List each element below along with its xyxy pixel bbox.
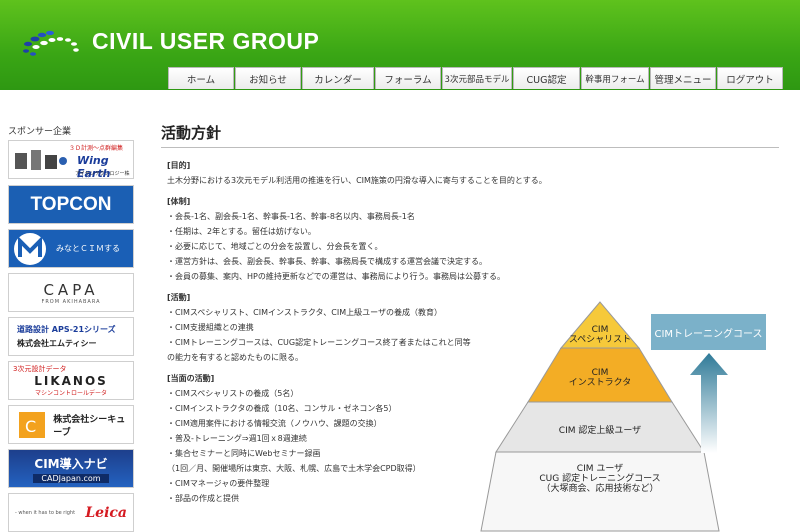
nav-cug-certification[interactable]: CUG認定 [513, 67, 580, 89]
structure-line: ・任期は、2年とする。留任は妨げない。 [167, 227, 316, 236]
sponsor-leica[interactable]: - when it has to be right Leica [8, 493, 134, 532]
cim-training-course-box: CIMトレーニングコース [651, 314, 766, 350]
cug-logo-icon [23, 30, 79, 56]
nav-3d-parts[interactable]: 3次元部品モデル [442, 67, 512, 89]
title-divider [161, 147, 779, 148]
sponsor-mtc[interactable]: 道路設計 APS-21シリーズ 株式会社エムティシー [8, 317, 134, 356]
sponsor-topcon[interactable]: TOPCON [8, 185, 134, 224]
scanner-devices-icon [15, 150, 67, 170]
sponsor-c-cube[interactable]: C 株式会社シーキューブ [8, 405, 134, 444]
site-title: CIVIL USER GROUP [92, 28, 320, 54]
nav-news[interactable]: お知らせ [235, 67, 301, 89]
nav-forum[interactable]: フォーラム [375, 67, 441, 89]
nav-home[interactable]: ホーム [168, 67, 234, 89]
structure-line: ・必要に応じて、地域ごとの分会を設置し、分会長を置く。 [167, 242, 383, 251]
nav-officer-form[interactable]: 幹事用フォーム [581, 67, 649, 89]
purpose-text: 土木分野における3次元モデル利活用の推進を行い、CIM施策の円滑な導入に寄与する… [167, 176, 547, 185]
minato-logo-icon [14, 232, 46, 265]
page-title: 活動方針 [161, 124, 222, 142]
sponsor-capa[interactable]: CAPA FROM AKIHABARA [8, 273, 134, 312]
pyramid-label-user: CIM ユーザ CUG 認定トレーニングコース （大塚商会、応用技術など） [539, 464, 661, 494]
c-cube-logo-icon: C [19, 411, 45, 438]
pyramid-label-instructor: CIM インストラクタ [568, 368, 632, 388]
sponsor-cim-navi[interactable]: CIM導入ナビ CADJapan.com [8, 449, 134, 488]
pyramid-label-advanced-user: CIM 認定上級ユーザ [558, 426, 642, 436]
svg-text:C: C [25, 417, 36, 436]
sponsor-wing-earth[interactable]: ３Ｄ計測～点群編集 Wing Earth アイサンテクノロジー株式会社 [8, 140, 134, 179]
nav-calendar[interactable]: カレンダー [302, 67, 374, 89]
nav-admin-menu[interactable]: 管理メニュー [650, 67, 716, 89]
main-nav: ホーム お知らせ カレンダー フォーラム 3次元部品モデル CUG認定 幹事用フ… [168, 67, 784, 89]
structure-line: ・会員の募集、案内、HPの維持更新などでの運営は、事務局により行う。事務局は公募… [167, 272, 506, 281]
sponsor-heading: スポンサー企業 [8, 127, 72, 137]
structure-line: ・運営方針は、会長、副会長、幹事長、幹事、事務局長で構成する運営会議で決定する。 [167, 257, 487, 266]
section-heading-purpose: [目的] [167, 161, 191, 170]
section-heading-structure: [体制] [167, 197, 191, 206]
structure-line: ・会長-1名、副会長-1名、幹事長-1名、幹事-8名以内、事務局長-1名 [167, 212, 415, 221]
pyramid-label-specialist: CIM スペシャリスト [568, 325, 632, 345]
header: CIVIL USER GROUP ホーム お知らせ カレンダー フォーラム 3次… [0, 0, 800, 90]
arrow-up-icon [690, 353, 728, 453]
sponsor-minato-cim[interactable]: みなとＣＩＭする [8, 229, 134, 268]
sponsor-likanos[interactable]: 3次元設計データ LIKANOS マシンコントロールデータ [8, 361, 134, 400]
nav-logout[interactable]: ログアウト [717, 67, 783, 89]
